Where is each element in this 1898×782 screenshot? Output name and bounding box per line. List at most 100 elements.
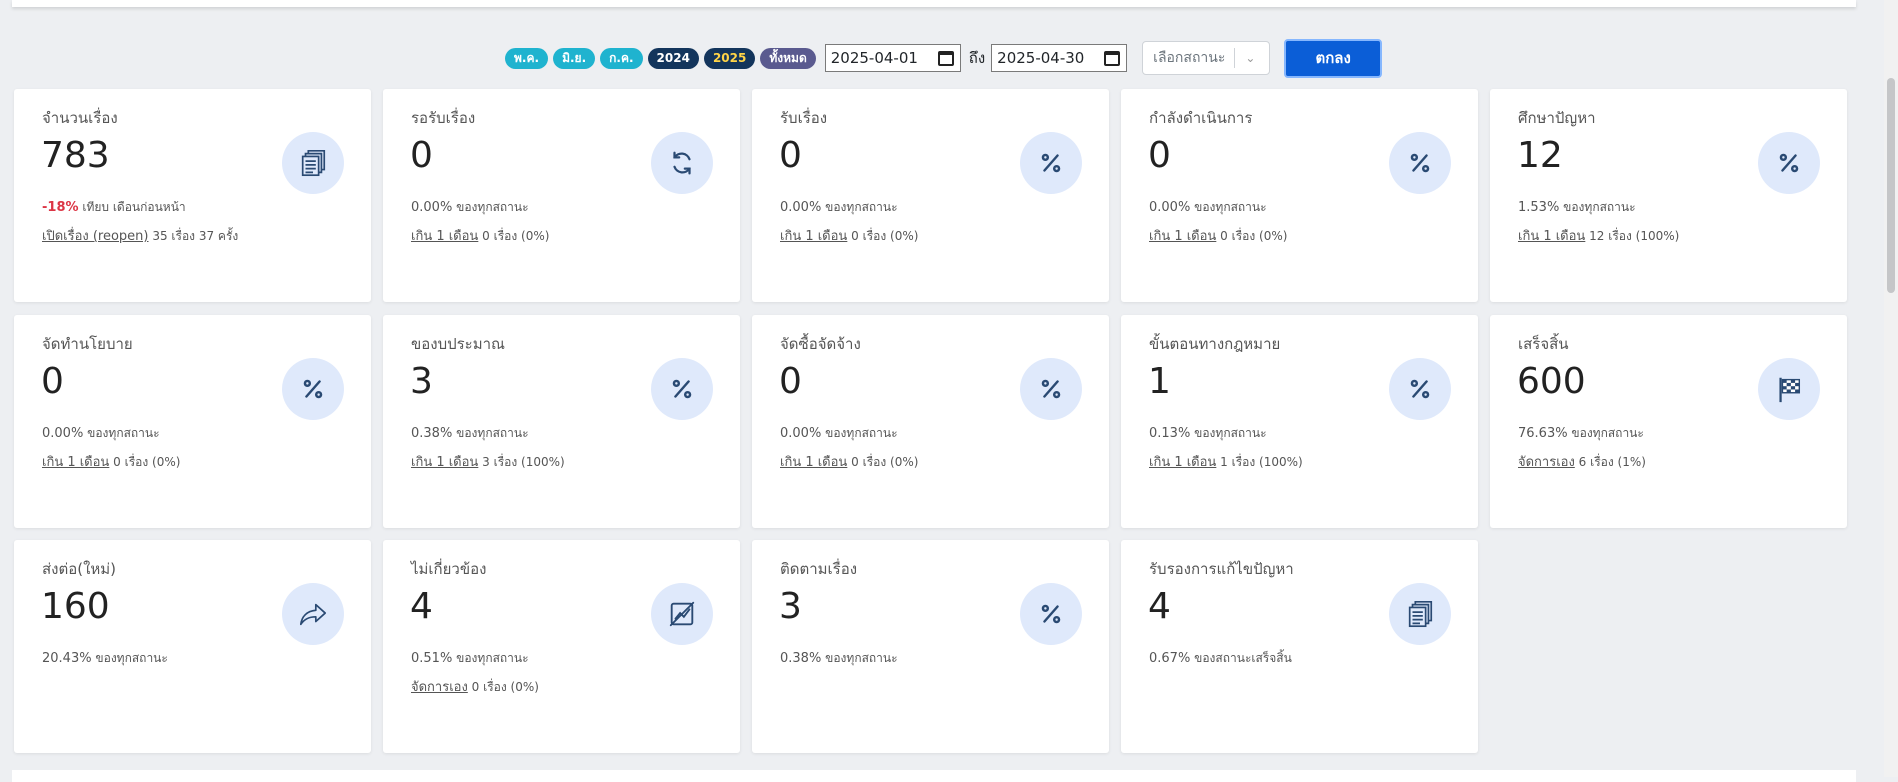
card-detail-link[interactable]: จัดการเอง <box>411 680 468 695</box>
end-date-input[interactable]: 2025-04-30 <box>991 44 1128 72</box>
status-card[interactable]: รอรับเรื่อง 0 0.00% ของทุกสถานะเกิน 1 เดือ… <box>383 89 740 302</box>
card-detail-link[interactable]: เกิน 1 เดือน <box>1149 229 1216 244</box>
ok-button[interactable]: ตกลง <box>1284 38 1383 78</box>
card-detail-link[interactable]: เปิดเรื่อง (reopen) <box>42 229 149 244</box>
card-title: ศึกษาปัญหา <box>1518 109 1596 127</box>
card-percentage: 0.38% <box>780 651 822 666</box>
status-select[interactable]: เลือกสถานะ ⌄ <box>1142 41 1271 75</box>
card-value: 600 <box>1517 361 1586 402</box>
card-detail-link[interactable]: เกิน 1 เดือน <box>411 229 478 244</box>
card-percentage-line: 0.00% ของทุกสถานะ <box>411 198 529 217</box>
card-title: รอรับเรื่อง <box>411 109 476 127</box>
status-card[interactable]: รับเรื่อง 0 0.00% ของทุกสถานะ เกิน 1 เดือน … <box>752 89 1109 302</box>
status-card[interactable]: จัดทำนโยบาย 0 0.00% ของทุกสถานะ เกิน 1 เดือ… <box>14 315 371 528</box>
card-percentage-line: 0.00% ของทุกสถานะ <box>42 424 160 443</box>
status-card[interactable]: จำนวนเรื่อง 783 -18% เทียบ เดือนก่อนหน้า เป… <box>14 89 371 302</box>
card-percentage: 0.51% <box>411 651 453 666</box>
refresh-icon <box>651 132 713 194</box>
card-title: ของบประมาณ <box>411 335 505 353</box>
card-percentage-line: 76.63% ของทุกสถานะ <box>1518 424 1644 443</box>
pill-all[interactable]: ทั้งหมด <box>760 47 816 69</box>
card-value: 4 <box>1148 586 1171 627</box>
card-detail-link[interactable]: เกิน 1 เดือน <box>42 455 109 470</box>
status-card[interactable]: กำลังดำเนินการ 0 0.00% ของทุกสถานะ เกิน 1 เ… <box>1121 89 1478 302</box>
card-title: เสร็จสิ้น <box>1518 335 1569 353</box>
card-percentage-line: 1.53% ของทุกสถานะ <box>1518 198 1636 217</box>
documents-icon <box>282 132 344 194</box>
status-placeholder: เลือกสถานะ <box>1153 50 1226 66</box>
card-detail-link[interactable]: เกิน 1 เดือน <box>1149 455 1216 470</box>
card-detail-link[interactable]: เกิน 1 เดือน <box>780 455 847 470</box>
percent-icon <box>1758 132 1820 194</box>
percent-icon <box>651 358 713 420</box>
checkered-flag-icon <box>1758 358 1820 420</box>
card-detail-link[interactable]: เกิน 1 เดือน <box>1518 229 1585 244</box>
percent-icon <box>1389 358 1451 420</box>
pill-year-2025[interactable]: 2025 <box>703 47 756 69</box>
card-value: 0 <box>410 135 433 176</box>
share-arrow-icon <box>282 583 344 645</box>
card-value: 3 <box>779 586 802 627</box>
card-detail-text: 0 เรื่อง (0%) <box>851 455 919 469</box>
card-percentage: 0.00% <box>42 426 84 441</box>
card-percentage: 1.53% <box>1518 200 1560 215</box>
status-card[interactable]: ขั้นตอนทางกฎหมาย 1 0.13% ของทุกสถานะ เกิน 1… <box>1121 315 1478 528</box>
card-title: กำลังดำเนินการ <box>1149 109 1253 127</box>
card-title: ส่งต่อ(ใหม่) <box>42 560 117 578</box>
status-card[interactable]: ไม่เกี่ยวข้อง 4 0.51% ของทุกสถานะ จัดการเอง… <box>383 540 740 753</box>
start-date-value: 2025-04-01 <box>830 49 918 67</box>
status-card[interactable]: ของบประมาณ 3 0.38% ของทุกสถานะ เกิน 1 เดือน… <box>383 315 740 528</box>
card-detail-text: 0 เรื่อง (0%) <box>482 229 550 243</box>
pill-july[interactable]: ก.ค. <box>600 47 643 69</box>
calendar-icon[interactable] <box>1104 50 1121 66</box>
card-detail-line: เกิน 1 เดือน 0 เรื่อง (0%) <box>780 451 918 472</box>
card-title: จัดทำนโยบาย <box>42 335 133 353</box>
card-detail-text: 3 เรื่อง (100%) <box>482 455 565 469</box>
card-detail-line: เกิน 1 เดือน 12 เรื่อง (100%) <box>1518 225 1679 246</box>
card-detail-link[interactable]: เกิน 1 เดือน <box>411 455 478 470</box>
card-detail-line: เปิดเรื่อง (reopen) 35 เรื่อง 37 ครั้ง <box>42 225 238 246</box>
card-percentage-line: 0.13% ของทุกสถานะ <box>1149 424 1267 443</box>
card-detail-line: เกิน 1 เดือน 0 เรื่อง (0%) <box>411 225 549 246</box>
pill-year-2024[interactable]: 2024 <box>647 47 699 69</box>
percent-icon <box>1020 358 1082 420</box>
card-percentage-text: ของทุกสถานะ <box>1571 426 1644 440</box>
card-percentage: 0.00% <box>780 426 822 441</box>
card-title: รับเรื่อง <box>780 109 828 127</box>
status-card[interactable]: ศึกษาปัญหา 12 1.53% ของทุกสถานะ เกิน 1 เดือ… <box>1490 89 1847 302</box>
card-value: 0 <box>779 361 802 402</box>
card-percentage: 0.00% <box>780 200 822 215</box>
calendar-icon[interactable] <box>937 50 954 66</box>
pill-june[interactable]: มิ.ย. <box>553 47 596 69</box>
percent-icon <box>1020 583 1082 645</box>
card-detail-link[interactable]: เกิน 1 เดือน <box>780 229 847 244</box>
card-percentage-line: 0.00% ของทุกสถานะ <box>780 198 898 217</box>
chart-slash-icon <box>651 583 713 645</box>
status-card[interactable]: รับรองการแก้ไขปัญหา 4 0.67% ของสถานะเสร็จส… <box>1121 540 1478 753</box>
card-percentage: 0.00% <box>1149 200 1191 215</box>
card-value: 160 <box>41 586 110 627</box>
card-percentage: 76.63% <box>1518 426 1568 441</box>
card-detail-text: 12 เรื่อง (100%) <box>1589 229 1680 243</box>
card-detail-line: เกิน 1 เดือน 3 เรื่อง (100%) <box>411 451 565 472</box>
card-detail-text: 1 เรื่อง (100%) <box>1220 455 1303 469</box>
card-percentage: 0.38% <box>411 426 453 441</box>
status-card[interactable]: ติดตามเรื่อง 3 0.38% ของทุกสถานะ <box>752 540 1109 753</box>
chevron-down-icon[interactable]: ⌄ <box>1245 51 1255 65</box>
card-title: ติดตามเรื่อง <box>780 560 858 578</box>
pill-may[interactable]: พ.ค. <box>505 47 549 69</box>
card-percentage: 20.43% <box>42 651 92 666</box>
scrollbar-track[interactable] <box>1884 0 1898 777</box>
card-percentage-text: ของทุกสถานะ <box>456 426 529 440</box>
status-card[interactable]: ส่งต่อ(ใหม่) 160 20.43% ของทุกสถานะ <box>14 540 371 753</box>
start-date-input[interactable]: 2025-04-01 <box>824 44 961 72</box>
scrollbar-thumb[interactable] <box>1887 78 1895 293</box>
card-percentage-line: 0.38% ของทุกสถานะ <box>780 649 898 668</box>
select-separator <box>1234 48 1236 68</box>
status-card[interactable]: จัดซื้อจัดจ้าง 0 0.00% ของทุกสถานะ เกิน 1 เ… <box>752 315 1109 528</box>
status-card[interactable]: เสร็จสิ้น 600 76.63% ของทุกสถานะ จัดการเอง … <box>1490 315 1847 528</box>
card-detail-link[interactable]: จัดการเอง <box>1518 455 1575 470</box>
card-value: 0 <box>779 135 802 176</box>
card-percentage-line: 0.00% ของทุกสถานะ <box>1149 198 1267 217</box>
card-detail-text: 0 เรื่อง (0%) <box>113 455 181 469</box>
